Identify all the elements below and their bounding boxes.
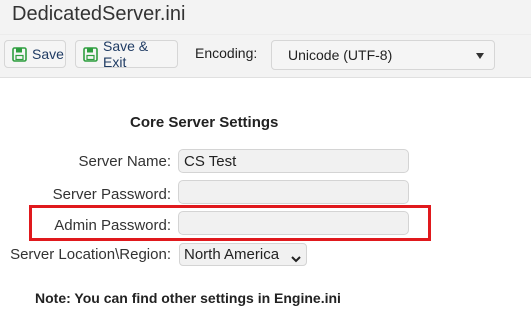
save-exit-button[interactable]: Save & Exit (75, 38, 178, 70)
server-name-label: Server Name: (78, 153, 171, 170)
server-password-label: Server Password: (52, 186, 171, 203)
region-value: North America (184, 246, 280, 263)
floppy-disk-icon (12, 46, 27, 62)
encoding-value: Unicode (UTF-8) (288, 47, 393, 63)
server-name-input[interactable] (178, 149, 409, 173)
region-select[interactable]: North America (179, 243, 307, 266)
server-password-input[interactable] (178, 180, 409, 204)
encoding-label: Encoding: (195, 45, 258, 61)
encoding-select[interactable]: Unicode (UTF-8) (271, 40, 495, 70)
engine-ini-note: Note: You can find other settings in Eng… (35, 290, 341, 306)
chevron-down-icon (291, 250, 301, 263)
title-bar: DedicatedServer.ini (0, 0, 531, 34)
caret-down-icon (476, 53, 484, 59)
floppy-disk-icon (83, 46, 98, 62)
region-label: Server Location\Region: (10, 246, 171, 263)
toolbar: Save Save & Exit Encoding: Unicode (UTF-… (0, 34, 531, 78)
window-title: DedicatedServer.ini (12, 3, 186, 25)
admin-password-highlight (29, 205, 431, 241)
save-button[interactable]: Save (4, 40, 66, 68)
save-exit-button-label: Save & Exit (103, 38, 149, 70)
section-title: Core Server Settings (130, 114, 279, 131)
save-button-label: Save (32, 46, 64, 62)
